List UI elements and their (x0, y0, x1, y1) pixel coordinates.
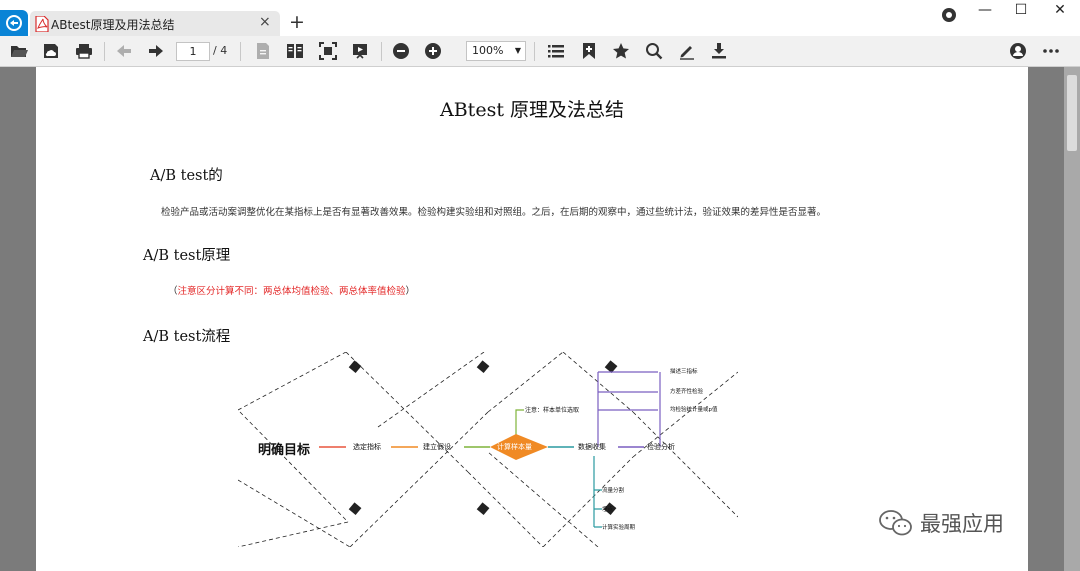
wechat-icon (879, 510, 912, 536)
section-heading: A/B test原理 (143, 248, 231, 264)
annotate-icon[interactable] (677, 41, 697, 61)
mindmap-branch: 流量分割 (602, 488, 625, 494)
mindmap-branch: 均检验统计量或p值 (670, 407, 718, 413)
forward-arrow-icon[interactable] (146, 41, 166, 61)
minimize-button[interactable]: — (970, 2, 1000, 18)
section-note: （注意区分计算不同：两总体均值检验、两总体率值检验） (168, 283, 415, 297)
section-heading: A/B test流程 (143, 329, 231, 345)
back-arrow-icon[interactable] (114, 41, 134, 61)
presentation-icon[interactable] (350, 41, 370, 61)
zoom-value: 100% (472, 44, 504, 57)
mindmap-node: 数据收集 (578, 443, 606, 451)
app-menu-icon[interactable] (0, 10, 28, 36)
fit-page-icon[interactable] (318, 41, 338, 61)
section-heading: A/B test的 (150, 168, 223, 184)
new-tab-button[interactable]: + (289, 12, 305, 32)
toolbar-divider (381, 42, 382, 61)
two-page-icon[interactable] (285, 41, 305, 61)
note-text: 注意区分计算不同：两总体均值检验、两总体率值检验 (177, 286, 406, 297)
corner-tags (348, 360, 618, 516)
close-window-button[interactable]: ✕ (1045, 2, 1075, 18)
mindmap-branch: 计算实验周期 (602, 525, 636, 531)
tab-close-icon[interactable]: × (259, 14, 271, 30)
page-number-input[interactable] (176, 42, 210, 61)
pdf-icon (35, 16, 49, 32)
scrollbar-thumb[interactable] (1067, 75, 1077, 151)
document-title: ABtest 原理及法总结 (440, 99, 624, 121)
watermark: 最强应用 (878, 508, 1004, 538)
more-icon[interactable] (1041, 41, 1061, 61)
single-page-icon[interactable] (253, 41, 273, 61)
outline-icon[interactable] (546, 41, 566, 61)
download-icon[interactable] (709, 41, 729, 61)
note-open-paren: （ (168, 286, 178, 297)
toolbar-divider (240, 42, 241, 61)
toolbar-divider (104, 42, 105, 61)
mindmap-node: 计算样本量 (497, 443, 532, 451)
mindmap-branch: 方差齐性检验 (670, 389, 704, 395)
tab-title: ABtest原理及用法总结 (51, 18, 175, 32)
document-viewer[interactable]: ABtest 原理及法总结 A/B test的 检验产品或活动案调整优化在某指标… (0, 67, 1080, 571)
document-tab[interactable]: ABtest原理及用法总结 × (30, 11, 280, 36)
watermark-text: 最强应用 (920, 512, 1004, 536)
mindmap-sample-note: 注意：样本单位选取 (525, 407, 580, 414)
zoom-in-icon[interactable] (423, 41, 443, 61)
mindmap-node: 检验分析 (647, 443, 675, 451)
section-body: 检验产品或活动案调整优化在某指标上是否有显著改善效果。检验构建实验组和对照组。之… (161, 207, 827, 218)
account-status-icon[interactable] (942, 8, 956, 22)
maximize-button[interactable]: ☐ (1006, 2, 1036, 18)
print-icon[interactable] (74, 41, 94, 61)
mindmap-branch: 埋点 (602, 507, 614, 513)
toolbar (0, 36, 1080, 67)
cloud-save-icon[interactable] (41, 41, 61, 61)
mindmap-branch: 描述三指标 (670, 369, 698, 375)
zoom-out-icon[interactable] (391, 41, 411, 61)
mindmap-node: 选定指标 (353, 443, 381, 451)
mindmap-root: 明确目标 (258, 443, 311, 458)
vertical-scrollbar[interactable] (1064, 67, 1080, 571)
open-folder-icon[interactable] (9, 41, 29, 61)
favorite-icon[interactable] (611, 41, 631, 61)
bookmark-add-icon[interactable] (579, 41, 599, 61)
mindmap-node: 建立假设 (423, 443, 451, 451)
toolbar-divider (534, 42, 535, 61)
account-icon[interactable] (1008, 41, 1028, 61)
chevron-down-icon: ▼ (514, 46, 521, 55)
page-total: / 4 (213, 44, 228, 57)
title-bar: ABtest原理及用法总结 × + — ☐ ✕ (0, 0, 1080, 36)
search-icon[interactable] (644, 41, 664, 61)
pdf-page: ABtest 原理及法总结 A/B test的 检验产品或活动案调整优化在某指标… (36, 67, 1028, 571)
zoom-select[interactable]: 100% ▼ (466, 41, 526, 61)
note-close-paren: ） (405, 286, 416, 297)
